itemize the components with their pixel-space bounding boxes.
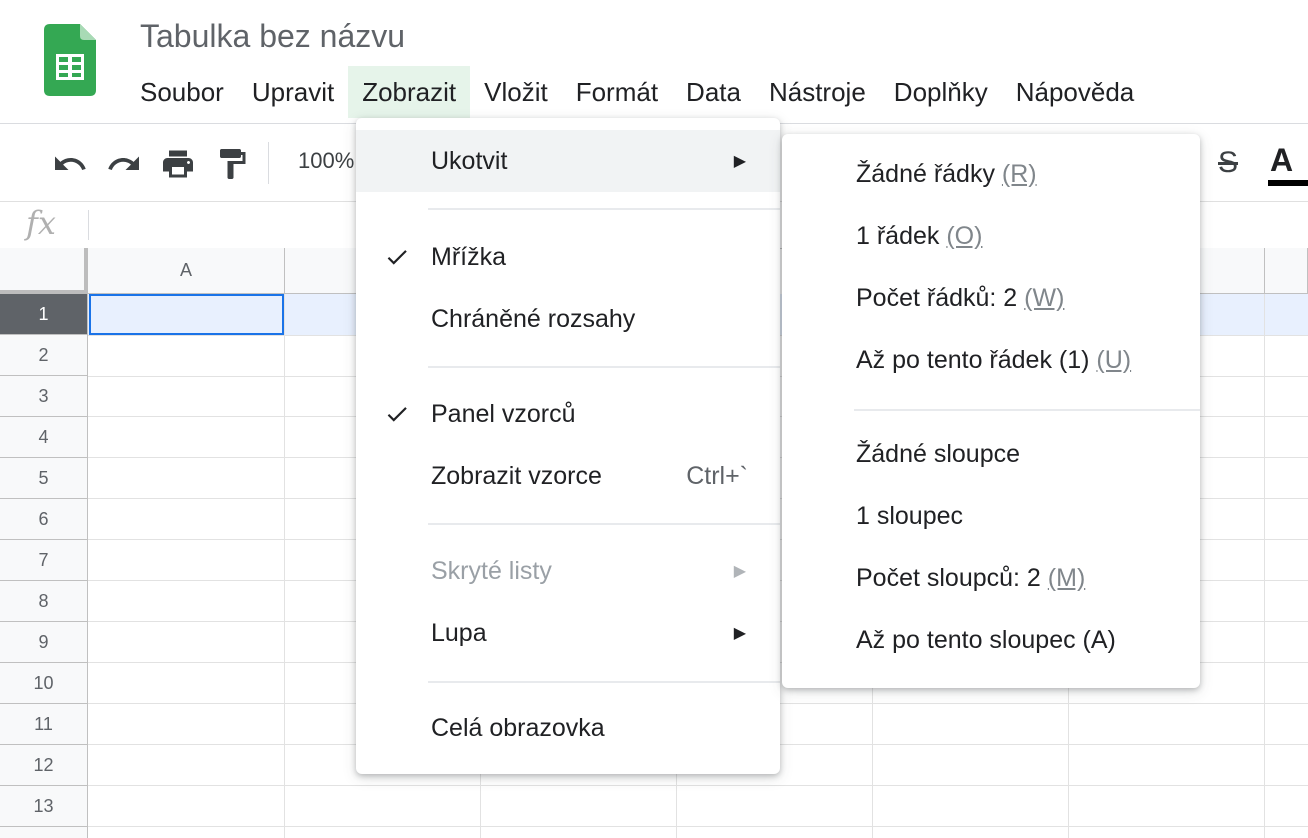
row-header-9[interactable]: 9 — [0, 622, 88, 663]
menu-separator — [428, 523, 780, 525]
menu-data[interactable]: Data — [672, 66, 755, 118]
fx-icon: fx — [26, 204, 56, 242]
freeze-1-row[interactable]: 1 řádek (O) — [856, 222, 982, 251]
undo-icon[interactable] — [50, 144, 90, 184]
menu-separator — [428, 366, 780, 368]
row-header-13[interactable]: 13 — [0, 786, 88, 827]
view-menu: Ukotvit ▶ Mřížka Chráněné rozsahy Panel … — [356, 118, 780, 774]
menu-separator — [428, 681, 780, 683]
freeze-up-to-column[interactable]: Až po tento sloupec (A) — [856, 626, 1116, 655]
submenu-arrow-icon: ▶ — [733, 563, 746, 580]
shortcut-key: (O) — [946, 222, 983, 250]
row-header-1[interactable]: 1 — [0, 294, 88, 335]
menu-item-cela-obrazovka[interactable]: Celá obrazovka — [356, 697, 780, 759]
column-header-a[interactable]: A — [88, 248, 285, 294]
row-header-14[interactable] — [0, 827, 88, 838]
column-header[interactable] — [1265, 248, 1308, 294]
active-cell-a1[interactable] — [89, 294, 284, 335]
sheets-logo-icon[interactable] — [44, 24, 96, 96]
text-color-swatch — [1268, 180, 1308, 186]
freeze-no-rows[interactable]: Žádné řádky (R) — [856, 160, 1037, 189]
menu-item-mrizka[interactable]: Mřížka — [356, 226, 780, 288]
menu-napoveda[interactable]: Nápověda — [1002, 66, 1149, 118]
document-title[interactable]: Tabulka bez názvu — [140, 18, 405, 55]
row-header-5[interactable]: 5 — [0, 458, 88, 499]
freeze-up-to-row[interactable]: Až po tento řádek (1) (U) — [856, 346, 1131, 375]
shortcut-key: (U) — [1096, 346, 1132, 374]
row-header-11[interactable]: 11 — [0, 704, 88, 745]
print-icon[interactable] — [158, 144, 198, 184]
menu-vlozit[interactable]: Vložit — [470, 66, 562, 118]
menu-zobrazit[interactable]: Zobrazit — [348, 66, 471, 118]
shortcut-key: (R) — [1001, 160, 1037, 188]
menu-nastroje[interactable]: Nástroje — [755, 66, 880, 118]
row-gridline — [88, 785, 1308, 786]
formula-bar-divider — [88, 210, 89, 240]
freeze-1-column[interactable]: 1 sloupec — [856, 502, 963, 531]
select-all-corner[interactable] — [0, 248, 88, 294]
menu-item-lupa[interactable]: Lupa ▶ — [356, 602, 780, 664]
freeze-2-columns[interactable]: Počet sloupců: 2 (M) — [856, 564, 1085, 593]
row-header-3[interactable]: 3 — [0, 376, 88, 417]
menu-item-skryte-listy: Skryté listy ▶ — [431, 556, 746, 585]
menu-separator — [428, 208, 780, 210]
menu-item-chranene-rozsahy[interactable]: Chráněné rozsahy — [356, 288, 780, 350]
menu-item-zobrazit-vzorce[interactable]: Zobrazit vzorce Ctrl+` — [356, 445, 780, 507]
shortcut-label: Ctrl+` — [686, 461, 748, 490]
row-header-10[interactable]: 10 — [0, 663, 88, 704]
toolbar-divider — [268, 142, 269, 184]
menu-upravit[interactable]: Upravit — [238, 66, 348, 118]
submenu-arrow-icon: ▶ — [733, 153, 746, 170]
menu-soubor[interactable]: Soubor — [126, 66, 238, 118]
menu-format[interactable]: Formát — [562, 66, 672, 118]
check-icon — [382, 244, 412, 270]
row-header-4[interactable]: 4 — [0, 417, 88, 458]
row-header-7[interactable]: 7 — [0, 540, 88, 581]
shortcut-key: (M) — [1047, 564, 1086, 592]
row-gridline — [88, 826, 1308, 827]
row-header-6[interactable]: 6 — [0, 499, 88, 540]
row-header-8[interactable]: 8 — [0, 581, 88, 622]
zoom-select[interactable]: 100% — [298, 148, 354, 174]
check-icon — [382, 401, 412, 427]
shortcut-key: (W) — [1024, 284, 1065, 312]
menu-item-panel-vzorcu[interactable]: Panel vzorců — [356, 383, 780, 445]
freeze-no-columns[interactable]: Žádné sloupce — [856, 440, 1020, 469]
strikethrough-icon[interactable]: S — [1218, 146, 1238, 180]
menu-separator — [854, 409, 1200, 411]
submenu-arrow-icon: ▶ — [733, 625, 746, 642]
freeze-submenu: Žádné řádky (R) 1 řádek (O) Počet řádků:… — [782, 134, 1200, 688]
menu-doplnky[interactable]: Doplňky — [880, 66, 1002, 118]
menu-item-ukotvit[interactable]: Ukotvit ▶ — [356, 130, 780, 192]
row-header-2[interactable]: 2 — [0, 335, 88, 376]
row-header-12[interactable]: 12 — [0, 745, 88, 786]
paint-format-icon[interactable] — [212, 144, 252, 184]
redo-icon[interactable] — [104, 144, 144, 184]
menubar: Soubor Upravit Zobrazit Vložit Formát Da… — [126, 66, 1148, 118]
text-color-icon[interactable]: A — [1270, 142, 1308, 179]
freeze-2-rows[interactable]: Počet řádků: 2 (W) — [856, 284, 1064, 313]
